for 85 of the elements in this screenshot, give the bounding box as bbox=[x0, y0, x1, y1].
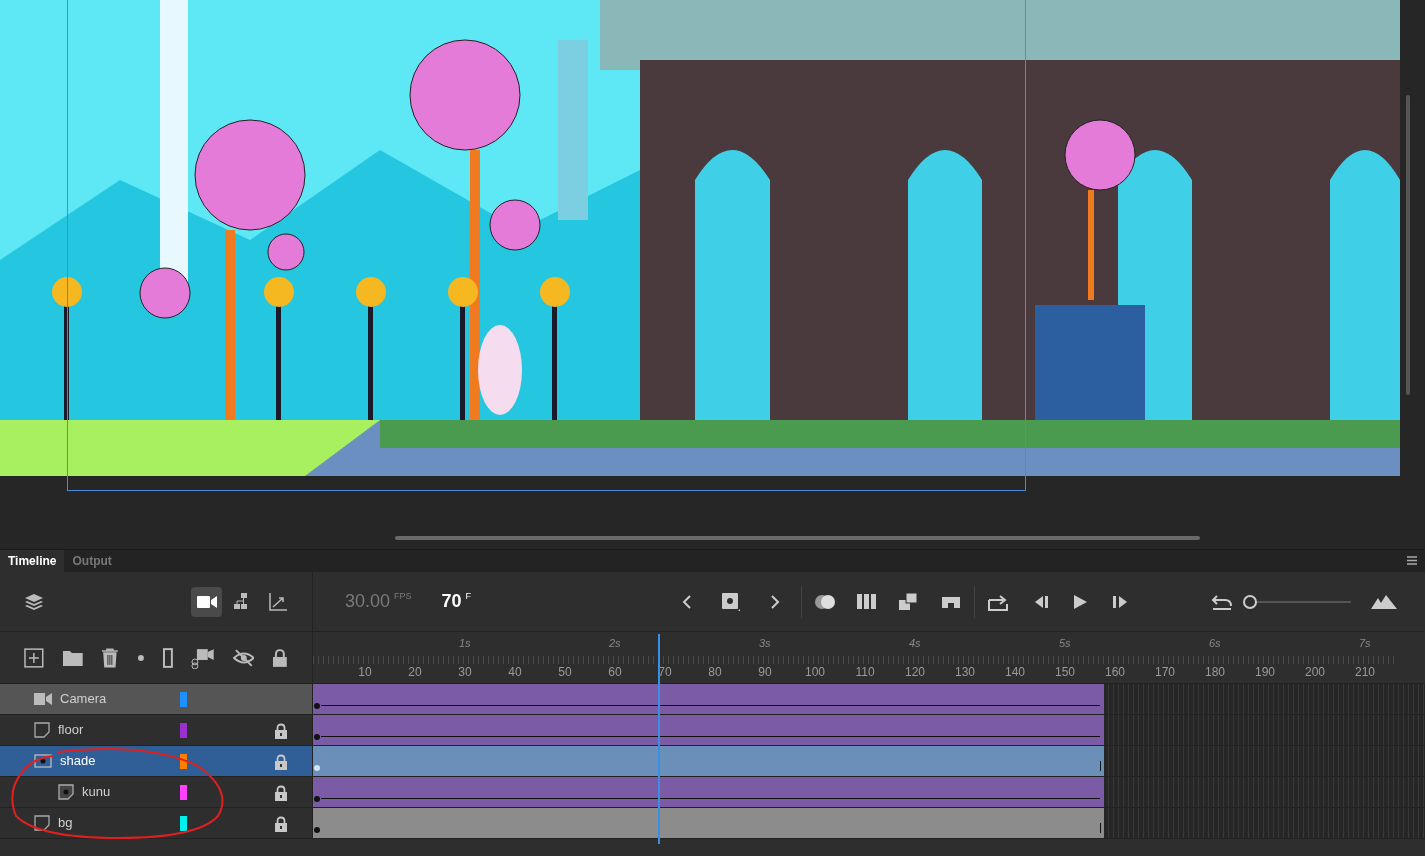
next-keyframe-icon[interactable] bbox=[769, 593, 782, 610]
frame-number: 130 bbox=[955, 664, 975, 681]
layer-name: bg bbox=[58, 814, 73, 833]
frame-number: 160 bbox=[1105, 664, 1125, 681]
layer-color-swatch[interactable] bbox=[180, 723, 187, 738]
graph-icon[interactable] bbox=[268, 591, 288, 612]
trash-icon[interactable] bbox=[101, 647, 120, 668]
frame-number: 20 bbox=[408, 664, 422, 681]
camera-link-icon[interactable] bbox=[190, 646, 215, 669]
frame-number: 80 bbox=[708, 664, 722, 681]
vertical-scrollbar[interactable] bbox=[1406, 95, 1410, 395]
frame-unit: F bbox=[465, 589, 472, 603]
frame-number: 210 bbox=[1355, 664, 1375, 681]
layer-color-swatch[interactable] bbox=[180, 816, 187, 831]
layer-color-swatch[interactable] bbox=[180, 692, 187, 707]
masked-layer-icon bbox=[58, 784, 74, 800]
lock-icon[interactable] bbox=[274, 785, 288, 801]
frame-number: 60 bbox=[608, 664, 622, 681]
video-camera-icon bbox=[196, 594, 217, 609]
keyframe-dot[interactable] bbox=[314, 765, 320, 771]
keyframe-dot[interactable] bbox=[314, 734, 320, 740]
end-frame-mark bbox=[1099, 761, 1101, 771]
current-frame[interactable]: 70 bbox=[441, 588, 462, 615]
menu-icon[interactable] bbox=[1407, 556, 1417, 565]
seconds-label: 4s bbox=[909, 636, 921, 651]
end-frame-mark bbox=[1099, 823, 1101, 833]
frame-number: 30 bbox=[458, 664, 472, 681]
frame-number: 150 bbox=[1055, 664, 1075, 681]
lock-icon[interactable] bbox=[274, 754, 288, 770]
frame-number: 90 bbox=[758, 664, 772, 681]
seconds-label: 3s bbox=[759, 636, 771, 651]
frame-number: 140 bbox=[1005, 664, 1025, 681]
layer-color-swatch[interactable] bbox=[180, 785, 187, 800]
frame-number: 110 bbox=[855, 664, 875, 681]
frame-number: 200 bbox=[1305, 664, 1325, 681]
tween-span[interactable] bbox=[313, 684, 1104, 714]
seconds-label: 1s bbox=[459, 636, 471, 651]
seconds-label: 6s bbox=[1209, 636, 1221, 651]
fps-unit: FPS bbox=[394, 589, 412, 603]
camera-icon bbox=[34, 692, 52, 706]
horizontal-scrollbar[interactable] bbox=[395, 536, 1200, 540]
seconds-label: 7s bbox=[1359, 636, 1371, 651]
layer-row[interactable]: shade bbox=[0, 746, 312, 777]
frame-number: 120 bbox=[905, 664, 925, 681]
dot-icon[interactable] bbox=[137, 653, 146, 662]
seconds-label: 2s bbox=[609, 636, 621, 651]
keyframe-dot[interactable] bbox=[314, 796, 320, 802]
frame-number: 190 bbox=[1255, 664, 1275, 681]
keyframe-icon[interactable] bbox=[721, 591, 742, 612]
tween-span[interactable] bbox=[313, 715, 1104, 745]
panel-tab[interactable]: Timeline bbox=[0, 550, 65, 572]
mountains-icon[interactable] bbox=[1371, 594, 1397, 609]
layer-row[interactable]: Camera bbox=[0, 684, 312, 715]
camera-button[interactable] bbox=[191, 586, 222, 617]
zoom-slider[interactable] bbox=[1243, 593, 1351, 610]
layer-icon bbox=[34, 815, 50, 831]
frame-number: 10 bbox=[358, 664, 372, 681]
frame-number: 100 bbox=[805, 664, 825, 681]
frame-number: 50 bbox=[558, 664, 572, 681]
layer-color-swatch[interactable] bbox=[180, 754, 187, 769]
layer-icon bbox=[34, 722, 50, 738]
frame-number: 170 bbox=[1155, 664, 1175, 681]
lock-icon[interactable] bbox=[274, 723, 288, 739]
seconds-label: 5s bbox=[1059, 636, 1071, 651]
layer-name: Camera bbox=[60, 690, 107, 709]
mask-layer-icon bbox=[34, 754, 52, 768]
layers-icon[interactable] bbox=[24, 591, 44, 612]
playhead[interactable] bbox=[658, 634, 661, 844]
edit-frames-icon[interactable] bbox=[856, 591, 879, 612]
lock-icon[interactable] bbox=[272, 647, 288, 668]
hidden-eye-icon[interactable] bbox=[232, 647, 255, 668]
new-layer-icon[interactable] bbox=[24, 647, 44, 668]
layer-name: shade bbox=[60, 752, 96, 771]
layer-name: kunu bbox=[82, 783, 111, 802]
layer-name: floor bbox=[58, 721, 84, 740]
frame-number: 180 bbox=[1205, 664, 1225, 681]
outline-icon[interactable] bbox=[163, 647, 173, 668]
keyframe-dot[interactable] bbox=[314, 703, 320, 709]
folder-icon[interactable] bbox=[61, 648, 84, 667]
keyframe-dot[interactable] bbox=[314, 827, 320, 833]
tween-span[interactable] bbox=[313, 777, 1104, 807]
frame-number: 40 bbox=[508, 664, 522, 681]
frame-number: 70 bbox=[658, 664, 672, 681]
lock-icon[interactable] bbox=[274, 816, 288, 832]
previous-keyframe-icon[interactable] bbox=[681, 593, 694, 610]
